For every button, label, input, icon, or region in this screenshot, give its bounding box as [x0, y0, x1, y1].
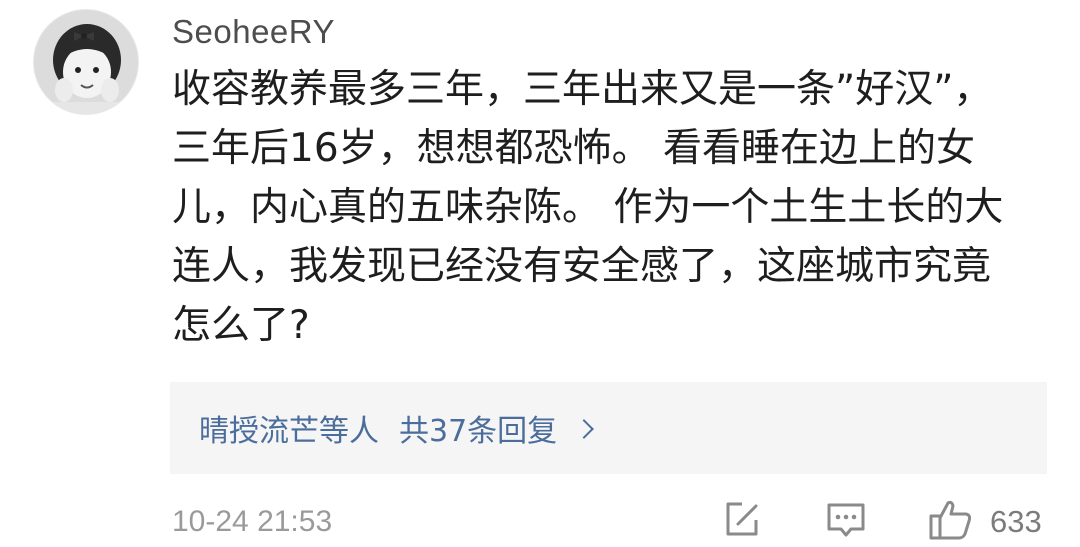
- comment-icon[interactable]: [824, 498, 868, 542]
- reply-count: 共37条回复: [399, 414, 558, 449]
- comment-line: 收容教养最多三年，三年出来又是一条”好汉”，: [172, 67, 993, 112]
- chevron-right-icon: [574, 419, 595, 439]
- like-count: 633: [990, 504, 1042, 539]
- comment-line: 三年后16岁，想想都恐怖。 看看睡在边上的女: [172, 126, 976, 171]
- replies-preview[interactable]: 晴授流芒等人 共37条回复: [170, 382, 1047, 474]
- reply-users: 晴授流芒等人: [199, 414, 379, 449]
- comment-line: 儿，内心真的五味杂陈。 作为一个土生土长的大: [172, 185, 1004, 230]
- share-icon[interactable]: [720, 498, 764, 542]
- timestamp: 10-24 21:53: [172, 505, 333, 538]
- username[interactable]: SeoheeRY: [172, 12, 335, 52]
- thumbs-up-icon[interactable]: [928, 498, 976, 542]
- avatar-image: [34, 10, 138, 114]
- comment-body: 收容教养最多三年，三年出来又是一条”好汉”， 三年后16岁，想想都恐怖。 看看睡…: [172, 60, 1032, 355]
- comment-line: 怎么了?: [172, 303, 310, 348]
- comment-line: 连人，我发现已经没有安全感了，这座城市究竟: [172, 244, 992, 289]
- avatar[interactable]: [33, 9, 139, 115]
